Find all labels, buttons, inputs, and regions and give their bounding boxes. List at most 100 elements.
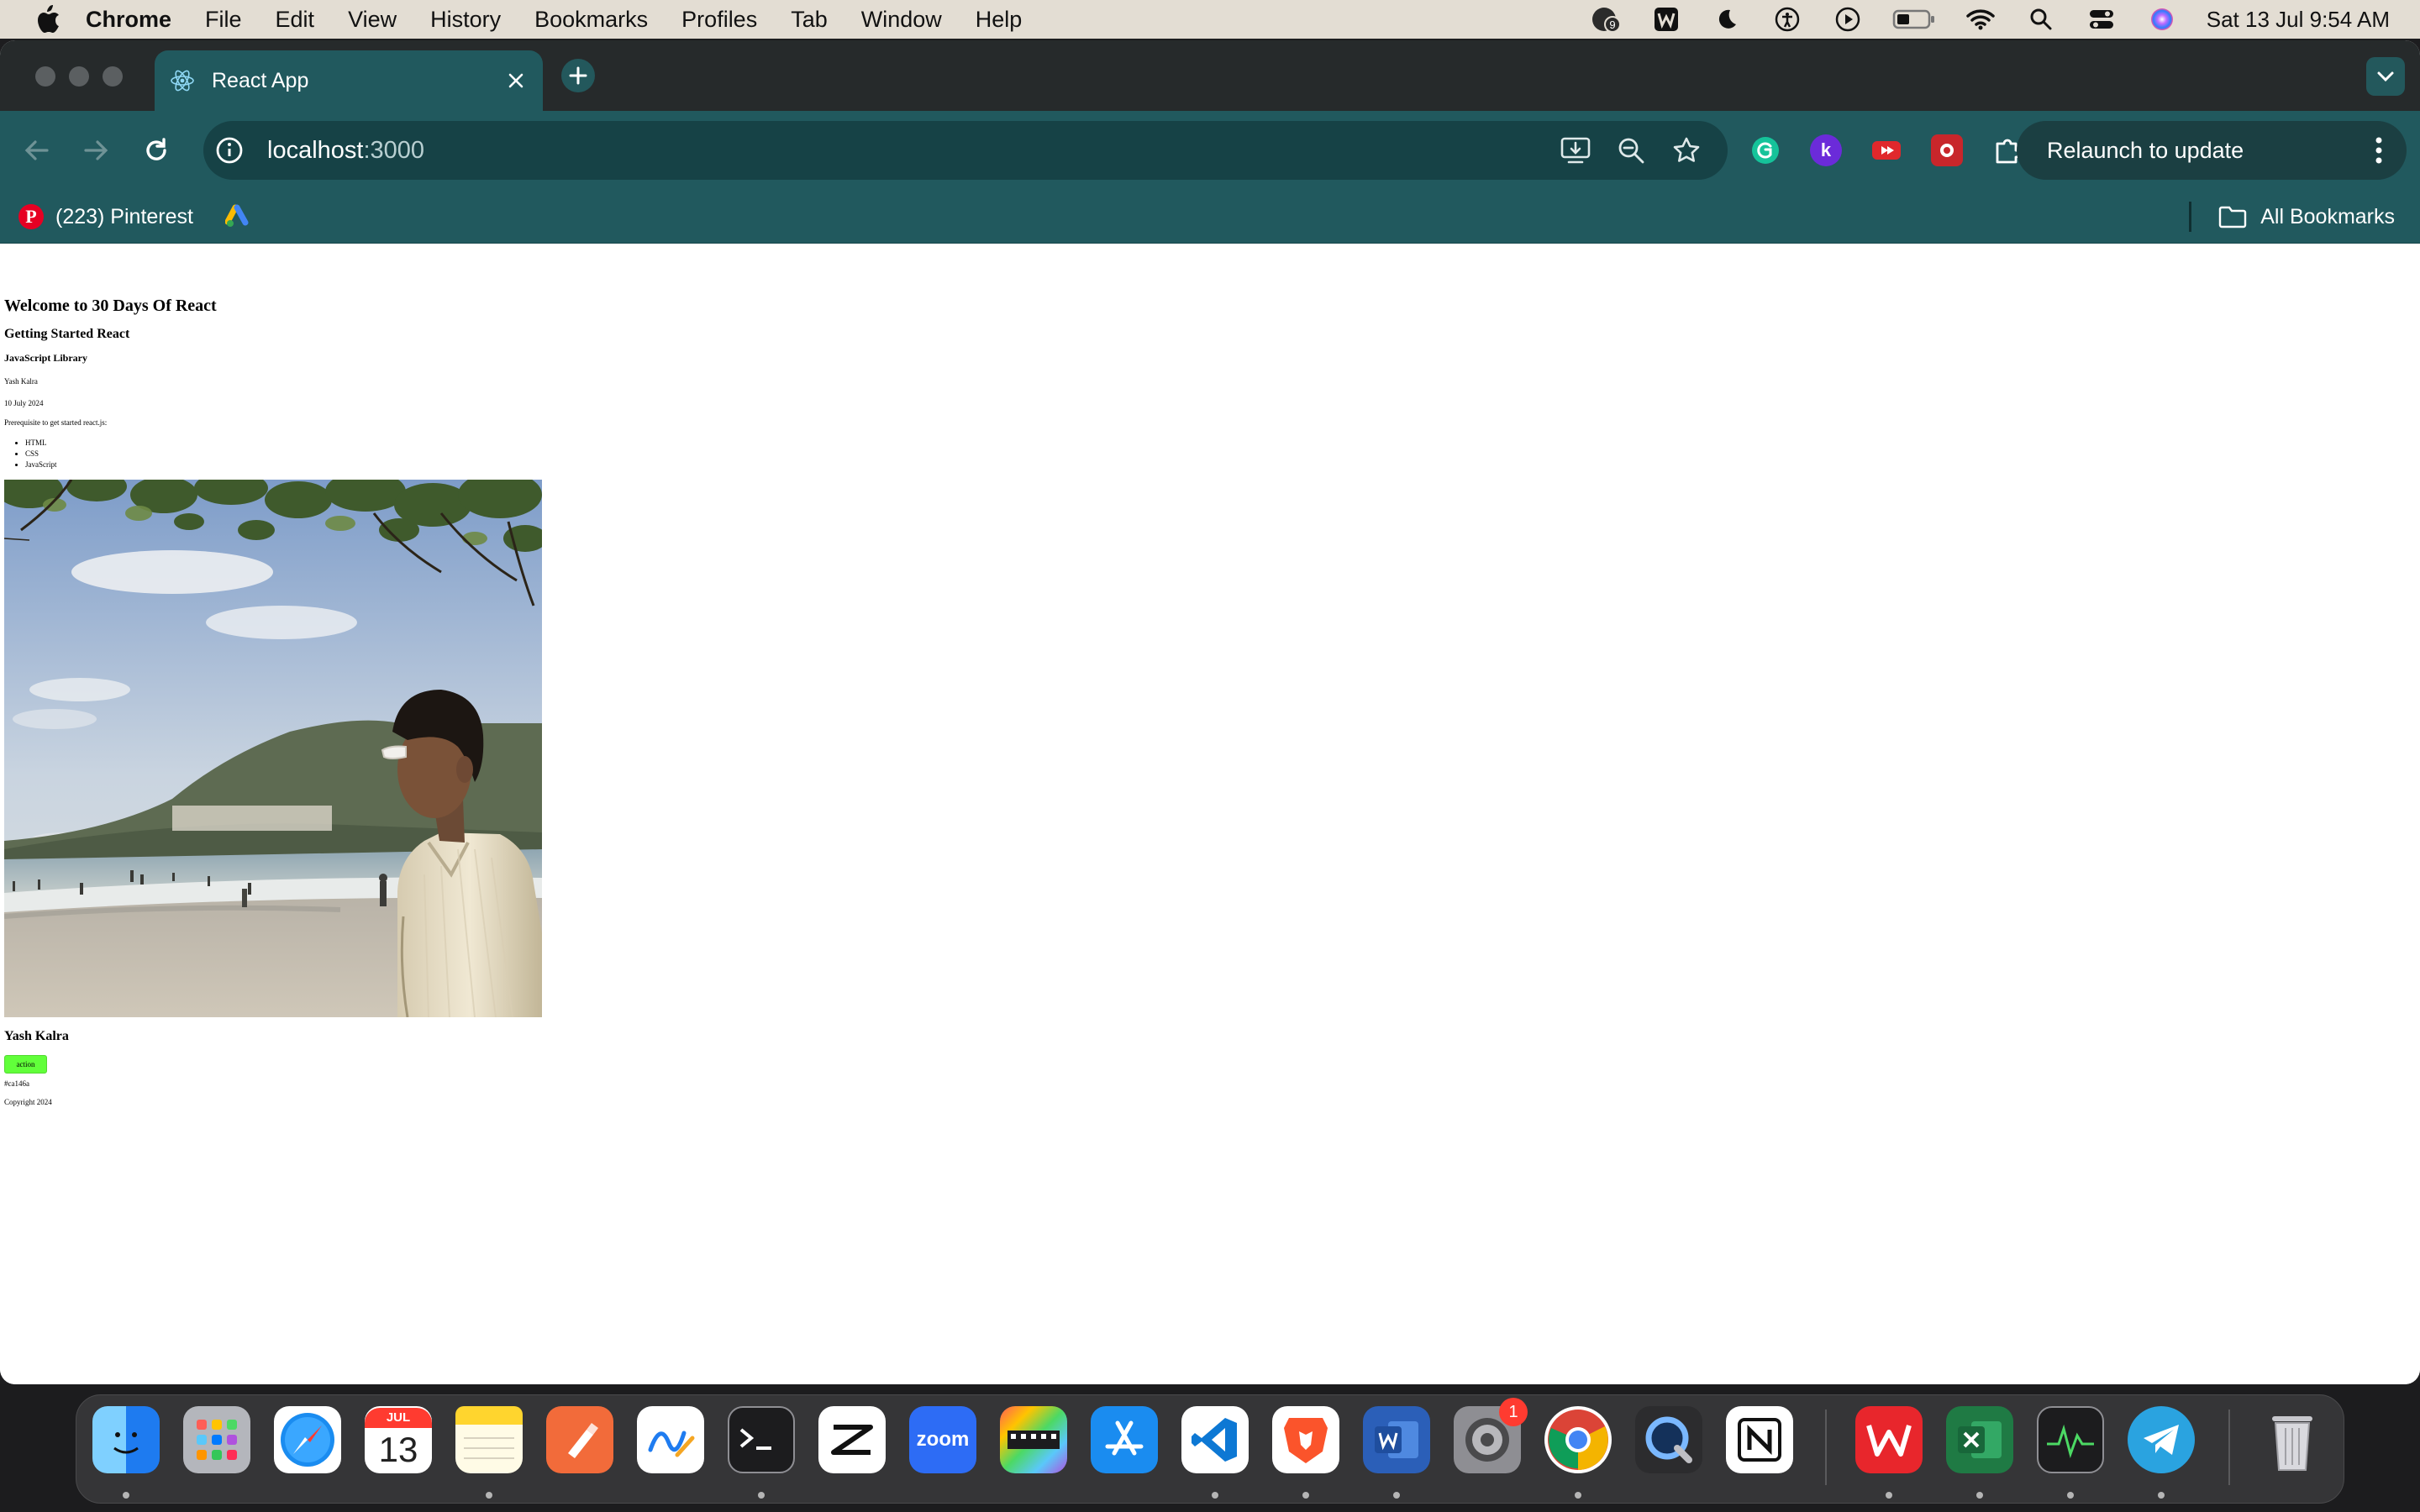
all-bookmarks-button[interactable]: All Bookmarks: [2218, 200, 2395, 234]
menu-profiles[interactable]: Profiles: [681, 7, 757, 33]
running-indicator: [123, 1492, 129, 1499]
menu-edit[interactable]: Edit: [276, 7, 315, 33]
chevron-down-icon: [2377, 71, 2394, 82]
tech-list: HTML CSS JavaScript: [25, 438, 57, 470]
menu-clock[interactable]: Sat 13 Jul 9:54 AM: [2207, 7, 2390, 33]
notion-icon[interactable]: [1726, 1406, 1793, 1473]
activity-monitor-icon[interactable]: [2037, 1406, 2104, 1473]
running-indicator: [1393, 1492, 1400, 1499]
k-extension-icon[interactable]: k: [1810, 134, 1842, 166]
menu-help[interactable]: Help: [976, 7, 1023, 33]
zoom-out-icon[interactable]: [1615, 134, 1647, 166]
red-extension-icon[interactable]: [1931, 134, 1963, 166]
notification-count: 9: [1609, 18, 1615, 31]
control-center-icon[interactable]: [2086, 6, 2118, 33]
wifi-icon[interactable]: [1965, 6, 1996, 33]
menu-view[interactable]: View: [348, 7, 397, 33]
list-item: CSS: [25, 449, 57, 459]
running-indicator: [1575, 1492, 1581, 1499]
page-subheading: Getting Started React: [4, 327, 130, 341]
calendar-month: JUL: [365, 1408, 432, 1428]
window-close-button[interactable]: [35, 66, 55, 87]
profile-name: Yash Kalra: [4, 1029, 69, 1043]
play-circle-icon[interactable]: [1832, 6, 1864, 33]
web-page: Welcome to 30 Days Of React Getting Star…: [0, 244, 2420, 1384]
wps-tray-icon[interactable]: [1650, 6, 1682, 33]
battery-icon[interactable]: [1892, 6, 1936, 33]
prerequisite-text: Prerequisite to get started react.js:: [4, 418, 108, 427]
dock-separator: [2228, 1410, 2230, 1485]
chrome-icon[interactable]: [1544, 1406, 1612, 1473]
menu-file[interactable]: File: [205, 7, 242, 33]
pen-app-icon[interactable]: [546, 1406, 613, 1473]
telegram-icon[interactable]: [2128, 1406, 2195, 1473]
vscode-icon[interactable]: [1181, 1406, 1249, 1473]
menu-bookmarks[interactable]: Bookmarks: [534, 7, 648, 33]
running-indicator: [2158, 1492, 2165, 1499]
youtube-extension-icon[interactable]: [1870, 134, 1902, 166]
url-text[interactable]: localhost:3000: [267, 137, 424, 165]
tab-react-app[interactable]: React App: [155, 50, 543, 111]
bookmark-star-icon[interactable]: [1670, 134, 1702, 166]
freeform-icon[interactable]: [637, 1406, 704, 1473]
brave-icon[interactable]: [1272, 1406, 1339, 1473]
calendar-icon[interactable]: JUL 13: [365, 1406, 432, 1473]
bookmarks-bar: P (223) Pinterest All Bookmarks: [0, 190, 2420, 244]
terminal-icon[interactable]: [728, 1406, 795, 1473]
notification-tray-icon[interactable]: 9: [1590, 6, 1622, 33]
focus-moon-icon[interactable]: [1711, 6, 1743, 33]
siri-icon[interactable]: [2146, 6, 2178, 33]
running-indicator: [1212, 1492, 1218, 1499]
quicktime-icon[interactable]: [1635, 1406, 1702, 1473]
apple-logo-icon[interactable]: [34, 4, 60, 34]
tab-close-icon[interactable]: [504, 69, 528, 92]
settings-badge: 1: [1499, 1398, 1528, 1426]
trash-icon[interactable]: [2259, 1406, 2326, 1473]
menu-window[interactable]: Window: [861, 7, 942, 33]
all-bookmarks-label: All Bookmarks: [2260, 204, 2395, 228]
menu-tab[interactable]: Tab: [791, 7, 828, 33]
folder-icon: [2219, 206, 2247, 228]
menu-app-name[interactable]: Chrome: [86, 7, 171, 33]
plus-icon: [569, 66, 587, 85]
more-menu-icon[interactable]: [2375, 136, 2383, 165]
google-ads-icon: [225, 204, 249, 227]
grammarly-icon[interactable]: [1749, 134, 1781, 166]
dock-separator: [1825, 1410, 1827, 1485]
safari-icon[interactable]: [274, 1406, 341, 1473]
tab-search-button[interactable]: [2366, 57, 2405, 96]
react-favicon-icon: [171, 70, 194, 92]
window-zoom-button[interactable]: [103, 66, 123, 87]
launchpad-icon[interactable]: [183, 1406, 250, 1473]
system-settings-icon[interactable]: 1: [1454, 1398, 1528, 1473]
forward-button[interactable]: [77, 132, 114, 169]
forward-arrow-icon: [84, 140, 108, 160]
url-port: :3000: [363, 136, 425, 164]
zoom-icon[interactable]: zoom: [909, 1406, 976, 1473]
menu-history[interactable]: History: [430, 7, 501, 33]
action-button[interactable]: action: [4, 1055, 47, 1074]
spotlight-search-icon[interactable]: [2025, 6, 2057, 33]
site-info-icon[interactable]: [215, 136, 244, 165]
final-cut-icon[interactable]: [1000, 1406, 1067, 1473]
capcut-icon[interactable]: [818, 1406, 886, 1473]
wps-icon[interactable]: [1855, 1406, 1923, 1473]
install-app-icon[interactable]: [1560, 134, 1591, 166]
reload-button[interactable]: [138, 132, 175, 169]
accessibility-icon[interactable]: [1771, 6, 1803, 33]
app-store-icon[interactable]: [1091, 1406, 1158, 1473]
relaunch-button[interactable]: Relaunch to update: [2017, 121, 2407, 180]
excel-icon[interactable]: [1946, 1406, 2013, 1473]
notes-icon[interactable]: [455, 1406, 523, 1473]
page-library-heading: JavaScript Library: [4, 352, 87, 364]
bookmark-pinterest[interactable]: P (223) Pinterest: [18, 200, 193, 234]
word-icon[interactable]: [1363, 1406, 1430, 1473]
finder-icon[interactable]: [92, 1406, 160, 1473]
page-heading: Welcome to 30 Days Of React: [4, 297, 217, 315]
bookmark-google-ads[interactable]: [225, 200, 254, 234]
address-bar[interactable]: localhost:3000: [203, 121, 1728, 180]
new-tab-button[interactable]: [561, 59, 595, 92]
back-button[interactable]: [18, 132, 55, 169]
window-minimize-button[interactable]: [69, 66, 89, 87]
url-host: localhost: [267, 136, 364, 164]
